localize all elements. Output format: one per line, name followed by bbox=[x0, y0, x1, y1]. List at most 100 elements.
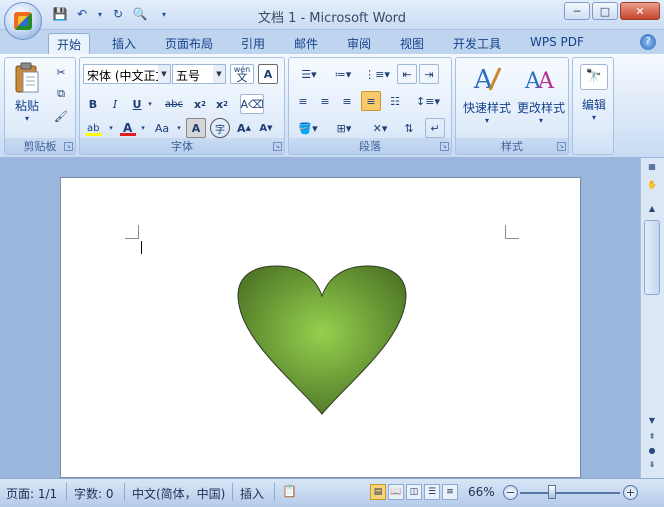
scrollbar-thumb[interactable] bbox=[644, 220, 660, 295]
select-browse-object-icon[interactable]: ● bbox=[644, 446, 660, 460]
font-size-dropdown-icon[interactable]: ▼ bbox=[213, 65, 225, 83]
draft-view-icon[interactable]: ≡ bbox=[442, 484, 458, 500]
paste-button[interactable]: 粘贴 ▾ bbox=[11, 62, 43, 123]
heart-shape[interactable] bbox=[61, 178, 582, 479]
format-painter-icon[interactable]: 🖌 bbox=[51, 106, 71, 126]
increase-indent-icon[interactable]: ⇥ bbox=[419, 64, 439, 84]
font-size-select[interactable]: 五号 ▼ bbox=[172, 64, 226, 84]
editing-dropdown-icon[interactable]: ▾ bbox=[577, 113, 611, 122]
copy-icon[interactable]: ⧉ bbox=[51, 84, 71, 104]
paste-dropdown-icon[interactable]: ▾ bbox=[11, 114, 43, 123]
font-color-dropdown-icon[interactable]: ▾ bbox=[138, 118, 148, 138]
change-styles-dropdown-icon[interactable]: ▾ bbox=[514, 116, 568, 125]
superscript-icon[interactable]: x2 bbox=[212, 94, 232, 114]
tab-mailings[interactable]: 邮件 bbox=[286, 33, 326, 54]
editing-button[interactable]: 🔭 编辑 ▾ bbox=[577, 64, 611, 122]
chinese-layout-icon[interactable]: ✕▾ bbox=[365, 118, 395, 138]
help-icon[interactable]: ? bbox=[640, 34, 656, 50]
show-marks-icon[interactable]: ↵ bbox=[425, 118, 445, 138]
paragraph-launcher-icon[interactable]: ↘ bbox=[440, 142, 449, 151]
justify-icon[interactable]: ≡ bbox=[361, 91, 381, 111]
next-page-icon[interactable]: ⇟ bbox=[644, 460, 660, 474]
scroll-down-icon[interactable]: ▼ bbox=[644, 416, 660, 430]
highlight-icon[interactable]: ab bbox=[83, 118, 105, 138]
print-layout-view-icon[interactable]: ▤ bbox=[370, 484, 386, 500]
cut-icon[interactable]: ✂ bbox=[51, 62, 71, 82]
distributed-icon[interactable]: ☷ bbox=[385, 91, 405, 111]
full-screen-reading-icon[interactable]: 📖 bbox=[388, 484, 404, 500]
tab-view[interactable]: 视图 bbox=[392, 33, 432, 54]
previous-page-icon[interactable]: ⇞ bbox=[644, 432, 660, 446]
tab-insert[interactable]: 插入 bbox=[104, 33, 144, 54]
multilevel-list-icon[interactable]: ⋮≡▾ bbox=[361, 64, 393, 84]
numbering-icon[interactable]: ≔▾ bbox=[327, 64, 359, 84]
line-spacing-icon[interactable]: ↕≡▾ bbox=[413, 91, 443, 111]
language-status[interactable]: 中文(简体，中国) bbox=[132, 485, 225, 502]
strikethrough-icon[interactable]: abc bbox=[161, 94, 187, 114]
tab-review[interactable]: 审阅 bbox=[339, 33, 379, 54]
enclose-character-icon[interactable]: 字 bbox=[210, 118, 230, 138]
highlight-dropdown-icon[interactable]: ▾ bbox=[106, 118, 116, 138]
sort-icon[interactable]: ⇅ bbox=[399, 118, 419, 138]
bullets-icon[interactable]: ☰▾ bbox=[293, 64, 325, 84]
tab-references[interactable]: 引用 bbox=[233, 33, 273, 54]
minimize-button[interactable]: ─ bbox=[564, 2, 590, 20]
character-border-icon[interactable]: A bbox=[258, 64, 278, 84]
insert-mode-status[interactable]: 插入 bbox=[240, 485, 264, 502]
grow-font-icon[interactable]: A ▲ bbox=[234, 118, 254, 138]
clipboard-launcher-icon[interactable]: ↘ bbox=[64, 142, 73, 151]
underline-icon[interactable]: U bbox=[127, 94, 147, 114]
ruler-toggle-icon[interactable]: ▦ bbox=[644, 162, 660, 176]
scroll-up-icon[interactable]: ▲ bbox=[644, 204, 660, 218]
font-color-icon[interactable]: A bbox=[118, 118, 138, 138]
tab-page-layout[interactable]: 页面布局 bbox=[157, 33, 221, 54]
web-layout-icon[interactable]: ◫ bbox=[406, 484, 422, 500]
change-case-dropdown-icon[interactable]: ▾ bbox=[174, 118, 184, 138]
zoom-out-icon[interactable]: − bbox=[503, 485, 518, 500]
shading-icon[interactable]: 🪣▾ bbox=[293, 118, 323, 138]
change-styles-button[interactable]: A A 更改样式 ▾ bbox=[514, 62, 568, 125]
status-bar: 页面: 1/1 字数: 0 中文(简体，中国) 插入 📋 ▤ 📖 ◫ ☰ ≡ 6… bbox=[0, 478, 664, 507]
tab-home[interactable]: 开始 bbox=[48, 33, 91, 54]
svg-text:ab: ab bbox=[87, 123, 99, 134]
italic-icon[interactable]: I bbox=[105, 94, 125, 114]
quick-styles-dropdown-icon[interactable]: ▾ bbox=[460, 116, 514, 125]
zoom-slider[interactable] bbox=[520, 492, 620, 494]
tab-developer[interactable]: 开发工具 bbox=[445, 33, 509, 54]
maximize-button[interactable]: □ bbox=[592, 2, 618, 20]
vertical-scrollbar[interactable]: ▦ ✋ ▲ ▼ ⇞ ● ⇟ bbox=[640, 158, 664, 478]
character-shading-icon[interactable]: A bbox=[186, 118, 206, 138]
subscript-icon[interactable]: x2 bbox=[190, 94, 210, 114]
align-right-icon[interactable]: ≡ bbox=[337, 91, 357, 111]
underline-dropdown-icon[interactable]: ▾ bbox=[145, 94, 155, 114]
page-count[interactable]: 页面: 1/1 bbox=[6, 485, 57, 502]
bold-icon[interactable]: B bbox=[83, 94, 103, 114]
macro-record-icon[interactable]: 📋 bbox=[282, 484, 297, 498]
change-case-icon[interactable]: Aa bbox=[150, 118, 174, 138]
align-center-icon[interactable]: ≡ bbox=[315, 91, 335, 111]
zoom-slider-handle[interactable] bbox=[548, 485, 556, 499]
status-divider bbox=[274, 483, 275, 501]
clear-format-icon[interactable]: A⌫ bbox=[240, 94, 264, 114]
zoom-in-icon[interactable]: + bbox=[623, 485, 638, 500]
phonetic-guide-button[interactable]: wén 文 bbox=[230, 64, 254, 84]
word-count[interactable]: 字数: 0 bbox=[74, 485, 114, 502]
align-left-icon[interactable]: ≡ bbox=[293, 91, 313, 111]
outline-view-icon[interactable]: ☰ bbox=[424, 484, 440, 500]
decrease-indent-icon[interactable]: ⇤ bbox=[397, 64, 417, 84]
shrink-font-icon[interactable]: A ▼ bbox=[256, 118, 276, 138]
ribbon: 粘贴 ▾ ✂ ⧉ 🖌 剪贴板 ↘ 宋体 (中文正文) ▼ 五号 ▼ wén 文 A… bbox=[0, 54, 664, 158]
zoom-level[interactable]: 66% bbox=[468, 485, 495, 499]
close-button[interactable]: ✕ bbox=[620, 2, 660, 20]
font-launcher-icon[interactable]: ↘ bbox=[273, 142, 282, 151]
tab-wps-pdf[interactable]: WPS PDF bbox=[522, 33, 592, 54]
hand-icon[interactable]: ✋ bbox=[644, 180, 660, 194]
borders-icon[interactable]: ⊞▾ bbox=[329, 118, 359, 138]
document-page[interactable] bbox=[60, 177, 581, 478]
office-button[interactable] bbox=[4, 2, 42, 40]
font-name-select[interactable]: 宋体 (中文正文) ▼ bbox=[83, 64, 171, 84]
quick-styles-label: 快速样式 bbox=[462, 101, 511, 115]
font-name-dropdown-icon[interactable]: ▼ bbox=[158, 65, 170, 83]
styles-launcher-icon[interactable]: ↘ bbox=[557, 142, 566, 151]
quick-styles-button[interactable]: A 快速样式 ▾ bbox=[460, 62, 514, 125]
